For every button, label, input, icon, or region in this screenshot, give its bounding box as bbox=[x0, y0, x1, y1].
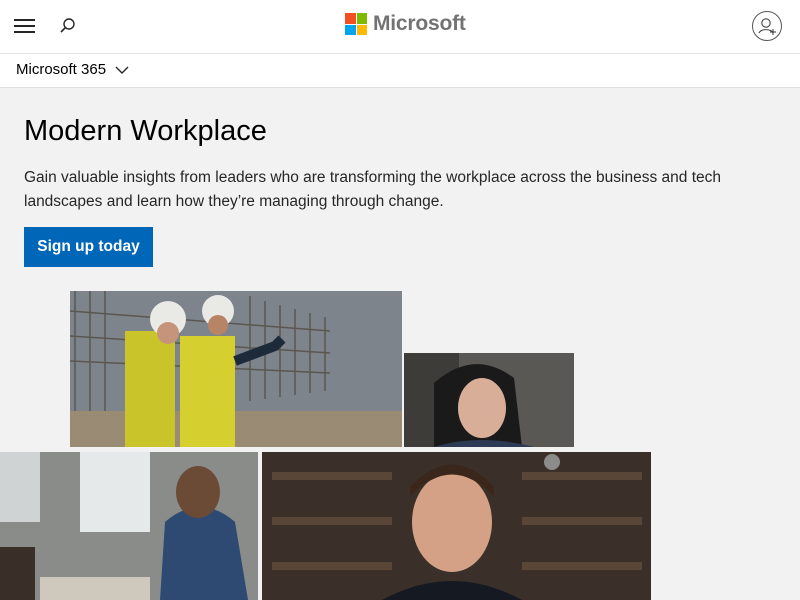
chevron-down-icon bbox=[115, 66, 129, 74]
construction-workers-photo bbox=[70, 291, 402, 447]
product-dropdown[interactable]: Microsoft 365 bbox=[16, 61, 129, 78]
search-icon[interactable] bbox=[58, 16, 78, 36]
page-title: Modern Workplace bbox=[24, 115, 267, 147]
hero-description: Gain valuable insights from leaders who … bbox=[24, 169, 722, 210]
woman-portrait-photo bbox=[404, 353, 574, 447]
hamburger-menu-icon[interactable] bbox=[14, 17, 36, 35]
hero-section: Modern Workplace Gain valuable insights … bbox=[24, 112, 764, 214]
brand-name: Microsoft bbox=[373, 12, 466, 35]
top-header: Microsoft bbox=[0, 0, 800, 54]
windows-logo-icon bbox=[345, 13, 367, 35]
product-subnav: Microsoft 365 bbox=[0, 54, 800, 88]
product-label: Microsoft 365 bbox=[16, 61, 107, 78]
man-speaking-photo bbox=[262, 452, 651, 600]
sign-up-button[interactable]: Sign up today bbox=[24, 227, 153, 267]
account-icon[interactable] bbox=[752, 11, 782, 41]
microsoft-logo[interactable]: Microsoft bbox=[345, 12, 466, 36]
office-meeting-photo bbox=[0, 452, 258, 600]
